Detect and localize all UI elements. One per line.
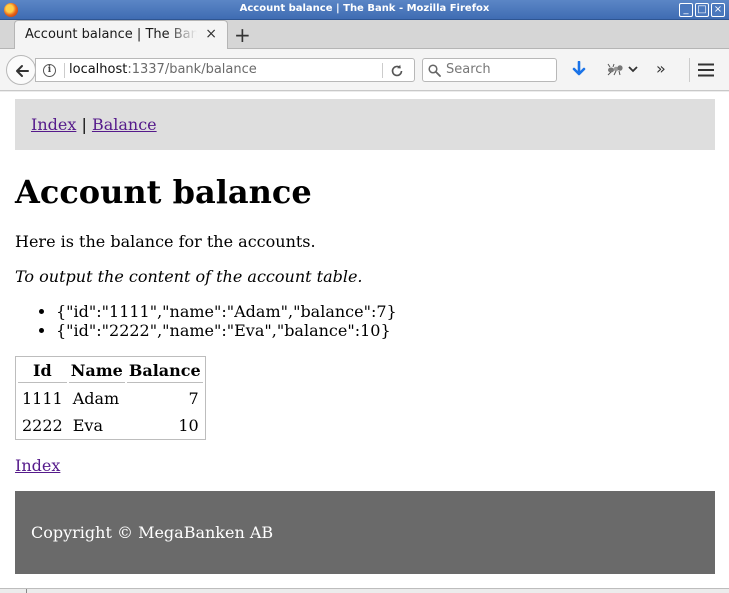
hamburger-icon[interactable] [697, 62, 715, 82]
account-table: Id Name Balance 1111 Adam 7 2222 Eva 10 [15, 356, 206, 440]
url-text[interactable]: localhost:1337/bank/balance [69, 62, 257, 77]
nav-separator: | [81, 115, 87, 134]
tab-account-balance[interactable]: Account balance | The Bank × [14, 20, 228, 49]
page-footer: Copyright © MegaBanken AB [15, 491, 715, 574]
magnifier-icon [428, 64, 441, 77]
copyright-text: Copyright © MegaBanken AB [31, 523, 274, 542]
new-tab-button[interactable]: + [234, 23, 251, 47]
table-row: 1111 Adam 7 [18, 385, 203, 410]
url-separator [64, 63, 65, 78]
toolbar-separator [689, 58, 690, 82]
close-tab-icon[interactable]: × [205, 26, 217, 42]
search-bar[interactable]: Search [422, 58, 557, 82]
json-row-list: {"id":"1111","name":"Adam","balance":7} … [38, 302, 397, 340]
page-viewport: Index | Balance Account balance Here is … [0, 92, 729, 588]
cell-balance: 10 [178, 416, 199, 435]
list-item: {"id":"1111","name":"Adam","balance":7} [56, 302, 397, 321]
cell-name: Adam [72, 389, 120, 408]
url-host: localhost [69, 62, 128, 77]
column-header-balance: Balance [126, 359, 203, 383]
url-path: :1337/bank/balance [127, 62, 257, 77]
maximize-button[interactable]: □ [695, 3, 709, 17]
navigation-toolbar: i localhost:1337/bank/balance Search » [0, 49, 729, 91]
intro-text: Here is the balance for the accounts. [15, 232, 316, 251]
table-header-row: Id Name Balance [18, 359, 203, 383]
resize-tick [26, 589, 27, 593]
back-button[interactable] [6, 55, 36, 85]
index-link[interactable]: Index [15, 456, 60, 475]
page-title: Account balance [15, 173, 312, 211]
window-titlebar: Account balance | The Bank - Mozilla Fir… [0, 0, 729, 20]
tab-title: Account balance | The Bank [25, 27, 197, 42]
window-bottom-edge [0, 588, 729, 593]
chevron-down-icon[interactable] [627, 61, 639, 81]
table-row: 2222 Eva 10 [18, 412, 203, 437]
site-navigation: Index | Balance [15, 99, 715, 150]
tab-strip: Account balance | The Bank × [0, 20, 729, 49]
minimize-button[interactable]: _ [679, 3, 693, 17]
list-item: {"id":"2222","name":"Eva","balance":10} [56, 321, 397, 340]
close-window-button[interactable]: × [711, 3, 725, 17]
reload-separator [382, 63, 383, 78]
url-bar[interactable]: i localhost:1337/bank/balance [35, 58, 415, 82]
nav-index-link[interactable]: Index [31, 115, 76, 134]
window-title: Account balance | The Bank - Mozilla Fir… [239, 3, 490, 14]
cell-id: 2222 [22, 416, 63, 435]
reload-icon[interactable] [390, 63, 404, 82]
cell-name: Eva [72, 416, 103, 435]
info-icon[interactable]: i [43, 64, 56, 77]
nav-balance-link[interactable]: Balance [92, 115, 157, 134]
cell-balance: 7 [188, 389, 199, 408]
column-header-name: Name [68, 359, 125, 383]
ant-icon[interactable] [606, 61, 624, 81]
search-placeholder: Search [446, 62, 491, 77]
overflow-chevron-icon[interactable]: » [656, 59, 666, 78]
note-text: To output the content of the account tab… [15, 267, 363, 286]
download-arrow-icon[interactable] [571, 60, 587, 83]
cell-id: 1111 [22, 389, 63, 408]
back-arrow-icon [16, 65, 29, 77]
window-controls: _ □ × [679, 3, 725, 17]
column-header-id: Id [18, 359, 67, 383]
